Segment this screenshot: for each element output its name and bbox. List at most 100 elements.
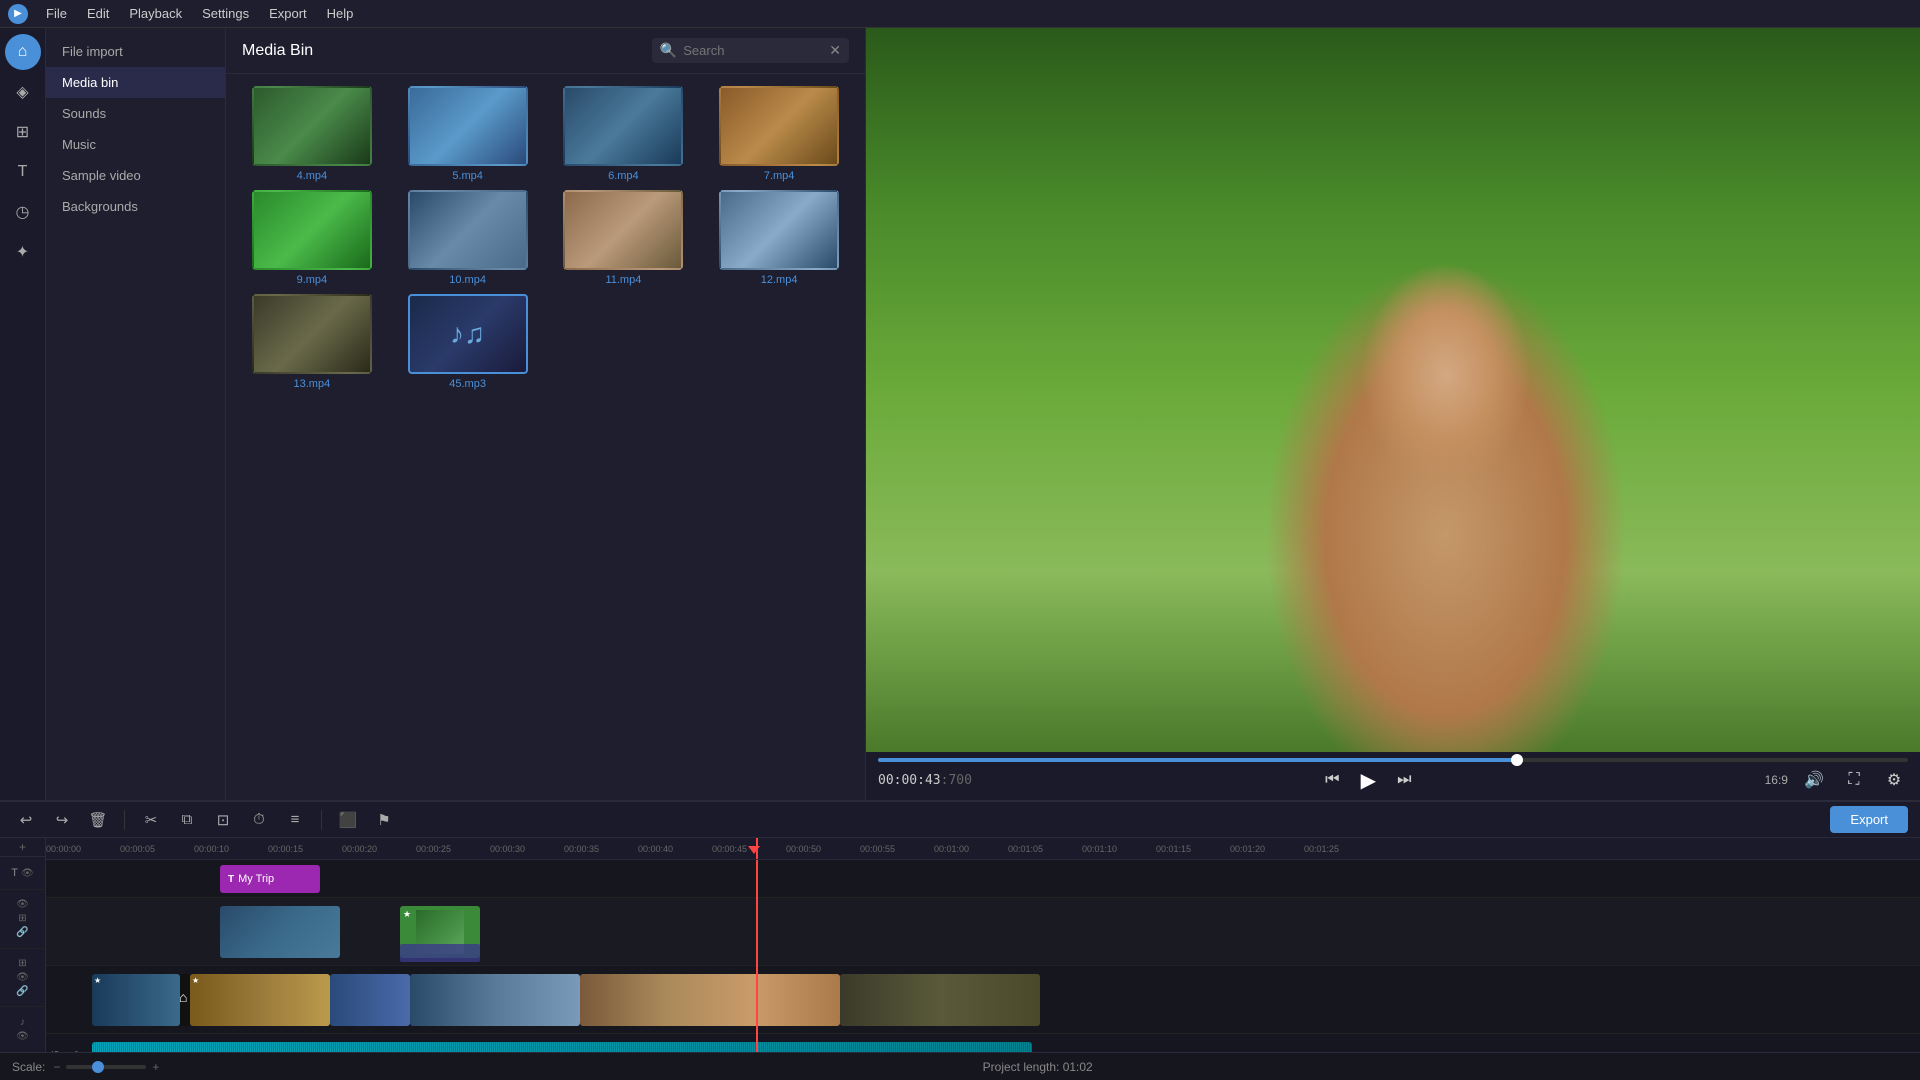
clip2-overlay	[400, 944, 480, 962]
menu-edit[interactable]: Edit	[77, 4, 119, 23]
preview-video	[866, 28, 1920, 752]
video-track-lock-icon[interactable]: ⊞	[18, 913, 26, 924]
main-clip-1[interactable]: ★	[92, 974, 180, 1026]
nav-sample-video[interactable]: Sample video	[46, 160, 225, 191]
add-track-icon[interactable]: +	[19, 840, 26, 854]
ruler-45: 00:00:45	[712, 844, 747, 854]
progress-handle[interactable]	[1511, 754, 1523, 766]
search-clear-icon[interactable]: ✕	[829, 42, 841, 59]
caption-btn[interactable]: ⬛	[334, 806, 362, 834]
media-item-4mp4[interactable]: 4.mp4	[238, 86, 386, 182]
scale-slider[interactable]	[66, 1065, 146, 1069]
scale-minus-icon[interactable]: −	[53, 1060, 60, 1074]
media-grid: 4.mp4 5.mp4 6.mp4 7.mp4	[226, 74, 865, 402]
title-clip[interactable]: T My Trip	[220, 865, 320, 893]
media-item-7mp4[interactable]: 7.mp4	[705, 86, 853, 182]
delete-btn[interactable]: 🗑	[84, 806, 112, 834]
main-clip-6[interactable]	[840, 974, 1040, 1026]
video-track-link-icon[interactable]: 🔗	[16, 927, 28, 938]
nav-backgrounds[interactable]: Backgrounds	[46, 191, 225, 222]
fullscreen-icon[interactable]: ⛶	[1840, 766, 1868, 794]
undo-btn[interactable]: ↩	[12, 806, 40, 834]
video-track-eye-icon[interactable]: 👁	[16, 899, 29, 910]
speed-btn[interactable]: ⏱	[245, 806, 273, 834]
media-item-10mp4[interactable]: 10.mp4	[394, 190, 542, 286]
ruler-15: 00:00:15	[268, 844, 303, 854]
split-btn[interactable]: ⊡	[209, 806, 237, 834]
preview-panel: 00:00:43:700 ⏮ ▶ ⏭ 16:9 🔊 ⛶ ⚙	[866, 28, 1920, 800]
scale-plus-icon[interactable]: +	[152, 1060, 159, 1074]
scale-thumb	[92, 1061, 104, 1073]
main-clip-4[interactable]	[410, 974, 580, 1026]
skip-forward-btn[interactable]: ⏭	[1390, 766, 1418, 794]
ruler-5: 00:00:05	[120, 844, 155, 854]
media-label-5mp4: 5.mp4	[452, 170, 483, 182]
menu-playback[interactable]: Playback	[119, 4, 192, 23]
main-clip-3[interactable]	[330, 974, 410, 1026]
media-label-9mp4: 9.mp4	[297, 274, 328, 286]
export-button[interactable]: Export	[1830, 806, 1908, 833]
media-bin-header: Media Bin 🔍 ✕	[226, 28, 865, 74]
menu-help[interactable]: Help	[317, 4, 364, 23]
timeline-content[interactable]: 00:00:00 00:00:05 00:00:10 00:00:15 00:0…	[46, 838, 1920, 1052]
icon-sidebar: ⌂ ◈ ⊞ T ◷ ✦	[0, 28, 46, 800]
media-item-45mp3[interactable]: ♪♫ 45.mp3	[394, 294, 542, 390]
project-length-value: 01:02	[1063, 1060, 1093, 1074]
editor-toolbar: ↩ ↪ 🗑 ✂ ⧉ ⊡ ⏱ ≡ ⬛ ⚑ Export	[0, 802, 1920, 838]
nav-music[interactable]: Music	[46, 129, 225, 160]
redo-btn[interactable]: ↪	[48, 806, 76, 834]
aspect-ratio[interactable]: 16:9	[1765, 773, 1788, 787]
main-clip-5[interactable]	[580, 974, 840, 1026]
ruler-110: 00:01:10	[1082, 844, 1117, 854]
media-item-6mp4[interactable]: 6.mp4	[550, 86, 698, 182]
audio-track-eye-icon[interactable]: 👁	[16, 1031, 29, 1042]
media-label-7mp4: 7.mp4	[764, 170, 795, 182]
home-icon-btn[interactable]: ⌂	[5, 34, 41, 70]
editor-section: ↩ ↪ 🗑 ✂ ⧉ ⊡ ⏱ ≡ ⬛ ⚑ Export + T 👁 👁	[0, 800, 1920, 1080]
media-item-13mp4[interactable]: 13.mp4	[238, 294, 386, 390]
tag-icon-btn[interactable]: ◈	[5, 74, 41, 110]
main-clip-2[interactable]: ★	[190, 974, 330, 1026]
main-clip-1-star: ★	[94, 976, 101, 985]
ruler-100: 00:01:00	[934, 844, 969, 854]
copy-btn[interactable]: ⧉	[173, 806, 201, 834]
waveform-visual	[92, 1042, 1032, 1052]
menu-file[interactable]: File	[36, 4, 77, 23]
audio-waveform[interactable]	[92, 1042, 1032, 1052]
volume-icon[interactable]: 🔊	[1800, 766, 1828, 794]
align-btn[interactable]: ≡	[281, 806, 309, 834]
media-item-12mp4[interactable]: 12.mp4	[705, 190, 853, 286]
menu-export[interactable]: Export	[259, 4, 317, 23]
search-input[interactable]	[683, 43, 823, 58]
ruler-35: 00:00:35	[564, 844, 599, 854]
main-track-link-icon[interactable]: 🔗	[16, 986, 28, 997]
progress-bar[interactable]	[878, 758, 1908, 762]
main-track-eye-icon[interactable]: 👁	[16, 972, 29, 983]
title-track-eye-icon[interactable]: 👁	[21, 868, 34, 879]
media-label-13mp4: 13.mp4	[294, 378, 331, 390]
current-time: 00:00:43	[878, 773, 941, 788]
video-clip-1[interactable]	[220, 906, 340, 958]
nav-file-import[interactable]: File import	[46, 36, 225, 67]
media-item-11mp4[interactable]: 11.mp4	[550, 190, 698, 286]
title-track-text-icon: T	[11, 867, 18, 879]
grid-icon-btn[interactable]: ⊞	[5, 114, 41, 150]
play-btn[interactable]: ▶	[1354, 766, 1382, 794]
media-item-9mp4[interactable]: 9.mp4	[238, 190, 386, 286]
audio-filename: 45.mp3	[49, 1050, 79, 1052]
nav-media-bin[interactable]: Media bin	[46, 67, 225, 98]
nav-sounds[interactable]: Sounds	[46, 98, 225, 129]
settings-icon[interactable]: ⚙	[1880, 766, 1908, 794]
playhead-ruler-line	[756, 838, 758, 860]
flag-btn[interactable]: ⚑	[370, 806, 398, 834]
cut-btn[interactable]: ✂	[137, 806, 165, 834]
media-bin-panel: Media Bin 🔍 ✕ 4.mp4 5.mp4	[226, 28, 866, 800]
ruler-115: 00:01:15	[1156, 844, 1191, 854]
skip-back-btn[interactable]: ⏮	[1318, 766, 1346, 794]
media-thumb-45mp3: ♪♫	[408, 294, 528, 374]
clock-icon-btn[interactable]: ◷	[5, 194, 41, 230]
effects-icon-btn[interactable]: ✦	[5, 234, 41, 270]
transition-icon-btn[interactable]: T	[5, 154, 41, 190]
menu-settings[interactable]: Settings	[192, 4, 259, 23]
media-item-5mp4[interactable]: 5.mp4	[394, 86, 542, 182]
